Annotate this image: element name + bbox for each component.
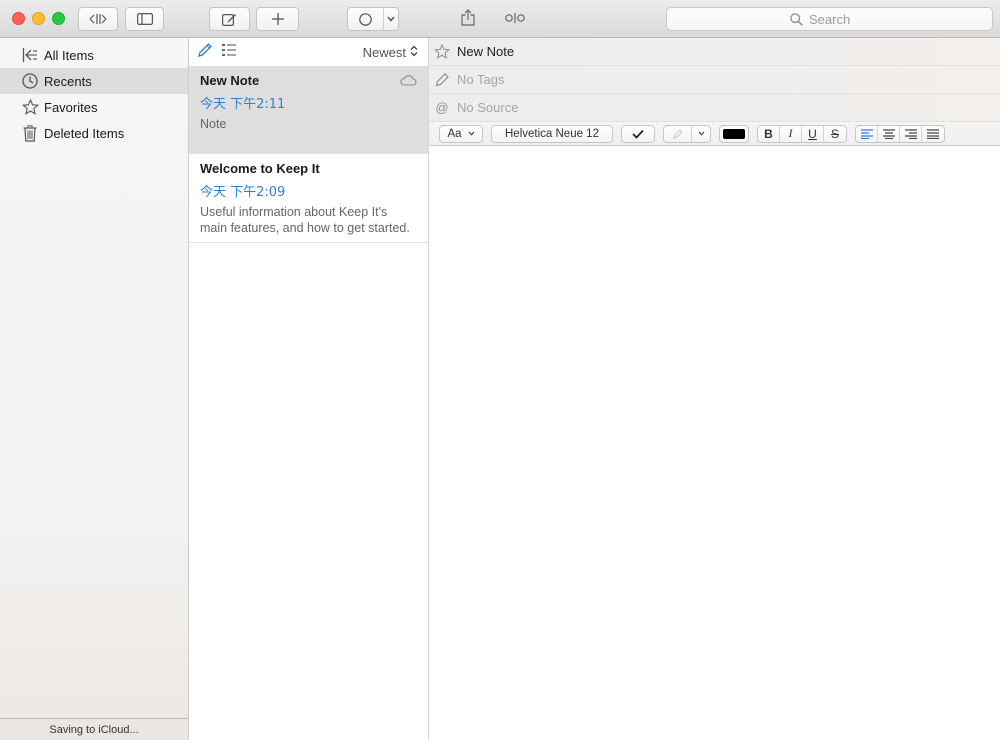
note-title: New Note (200, 73, 260, 88)
text-color-swatch (723, 128, 745, 139)
add-button[interactable] (256, 7, 299, 31)
sync-status: Saving to iCloud... (0, 718, 188, 740)
favorite-star-icon[interactable] (433, 44, 451, 59)
align-center-icon (882, 128, 895, 139)
star-icon (21, 98, 39, 116)
toggle-list-button[interactable] (78, 7, 118, 31)
notes-list-header: Newest (189, 38, 428, 66)
pencil-icon[interactable] (197, 42, 213, 63)
label-menu-button[interactable] (347, 7, 399, 31)
text-style-group: B I U S (757, 124, 847, 143)
sidebar-item-label: Favorites (44, 99, 98, 115)
list-view-icon[interactable] (221, 43, 237, 62)
info-icon[interactable] (505, 11, 525, 30)
note-list-item[interactable]: New Note 今天 下午2:11 Note (189, 66, 428, 154)
justify-icon (927, 128, 939, 139)
note-source-row: @ No Source (429, 94, 1000, 122)
note-list-item[interactable]: Welcome to Keep It 今天 下午2:09 Useful info… (189, 154, 428, 243)
up-down-chevron-icon (410, 45, 418, 60)
align-center-button[interactable] (878, 125, 900, 142)
sort-menu[interactable]: Newest (363, 45, 418, 60)
align-left-icon (860, 128, 873, 139)
search-input[interactable] (809, 11, 869, 27)
sidebar-item-recents[interactable]: Recents (0, 68, 188, 94)
toggle-sidebar-button[interactable] (125, 7, 164, 31)
all-items-icon (21, 46, 39, 64)
sidebar-item-label: Recents (44, 73, 92, 89)
style-label: Aa (447, 127, 462, 140)
underline-button[interactable]: U (802, 125, 824, 142)
sidebar-item-deleted-items[interactable]: Deleted Items (0, 120, 188, 146)
note-title-field[interactable]: New Note (457, 44, 514, 59)
note-preview: Useful information about Keep It's main … (200, 205, 410, 235)
align-right-icon (904, 128, 917, 139)
chevron-down-icon (384, 8, 398, 30)
zoom-window-button[interactable] (52, 12, 65, 25)
note-editor: New Note No Tags @ No Source Aa Helvetic… (429, 38, 1000, 740)
align-right-button[interactable] (900, 125, 922, 142)
paragraph-style-popup[interactable]: Aa (439, 124, 483, 143)
tags-field[interactable]: No Tags (457, 72, 504, 87)
search-field[interactable] (666, 7, 993, 31)
align-left-button[interactable] (856, 125, 878, 142)
bold-button[interactable]: B (758, 125, 780, 142)
sidebar-item-label: Deleted Items (44, 125, 125, 141)
sidebar: All Items Recents Favorites Deleted Item… (0, 38, 189, 740)
minimize-window-button[interactable] (32, 12, 45, 25)
sidebar-item-label: All Items (44, 47, 94, 63)
justify-button[interactable] (922, 126, 944, 142)
collapse-list-icon (89, 14, 107, 24)
sidebar-icon (136, 13, 153, 25)
italic-button[interactable]: I (780, 125, 802, 142)
source-field[interactable]: No Source (457, 100, 518, 115)
font-picker-button[interactable]: Helvetica Neue 12 (491, 124, 613, 143)
compose-icon (222, 14, 236, 26)
note-tags-row: No Tags (429, 66, 1000, 94)
strikethrough-button[interactable]: S (824, 126, 846, 142)
chevron-down-icon (468, 131, 474, 136)
note-title-row: New Note (429, 38, 1000, 66)
text-color-well[interactable] (719, 124, 749, 143)
trash-icon (21, 124, 39, 142)
highlighter-icon (664, 125, 692, 142)
chevron-down-icon (692, 126, 710, 142)
circle-label-icon (348, 8, 384, 30)
note-date: 今天 下午2:11 (200, 97, 286, 112)
sort-label: Newest (362, 44, 406, 60)
note-preview: Note (200, 117, 227, 131)
highlight-color-popup[interactable] (663, 124, 711, 143)
sidebar-list: All Items Recents Favorites Deleted Item… (0, 38, 188, 146)
window-toolbar (0, 0, 1000, 38)
search-icon (790, 12, 803, 26)
sidebar-item-all-items[interactable]: All Items (0, 42, 188, 68)
note-title: Welcome to Keep It (200, 161, 320, 176)
checkmark-button[interactable] (621, 124, 655, 143)
new-note-button[interactable] (209, 7, 250, 31)
notes-list: Newest New Note 今天 下午2:11 Note Welcome t… (189, 38, 429, 740)
close-window-button[interactable] (12, 12, 25, 25)
sidebar-item-favorites[interactable]: Favorites (0, 94, 188, 120)
format-toolbar: Aa Helvetica Neue 12 B I U S (429, 122, 1000, 146)
note-date: 今天 下午2:09 (200, 185, 286, 200)
plus-icon (271, 13, 284, 25)
clock-icon (21, 72, 39, 90)
note-body-editor[interactable] (429, 146, 1000, 740)
share-icon[interactable] (461, 9, 475, 31)
checkmark-icon (632, 129, 644, 139)
alignment-group (855, 124, 945, 143)
tag-icon (433, 72, 451, 87)
cloud-icon (399, 73, 417, 91)
at-sign-icon: @ (435, 100, 449, 115)
